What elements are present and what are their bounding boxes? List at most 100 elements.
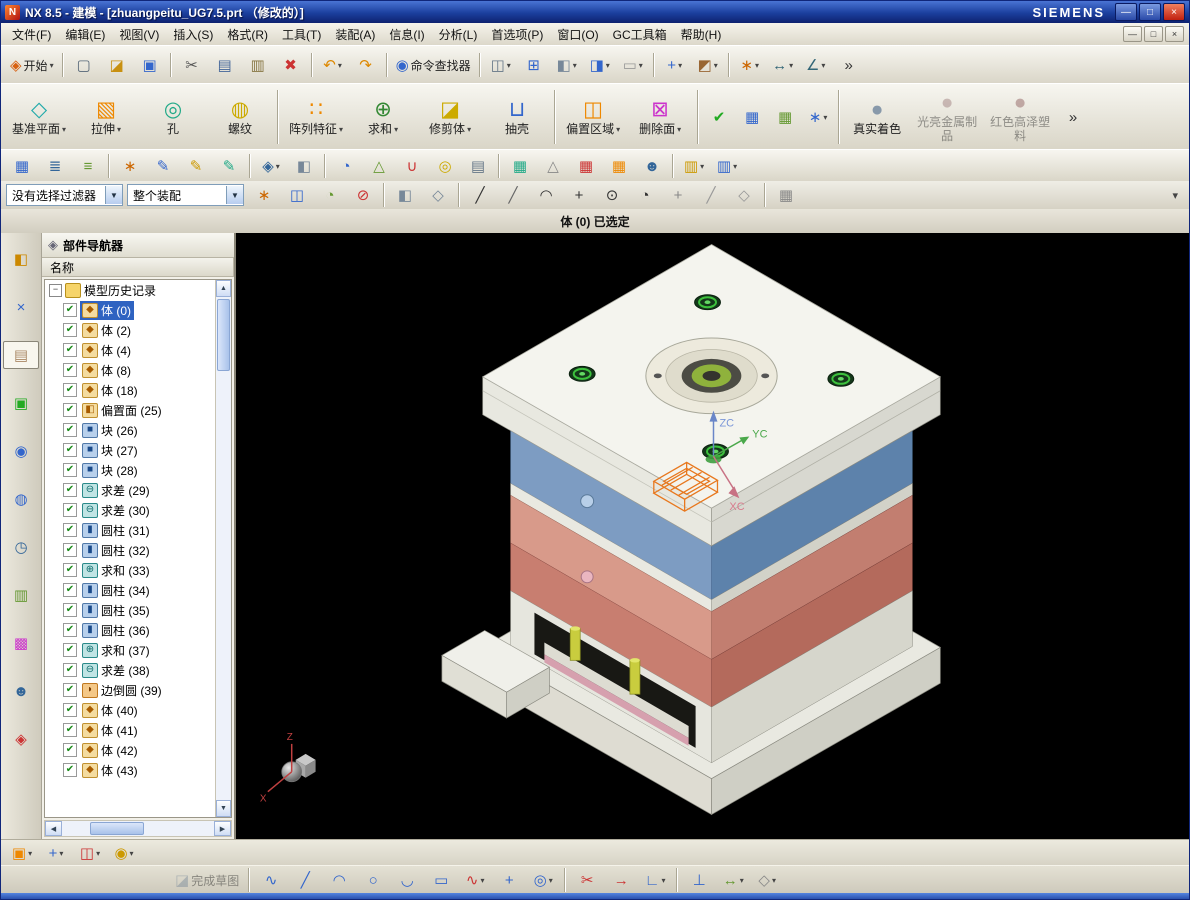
mdi-restore-button[interactable]: □	[1144, 26, 1163, 42]
finish-sketch-button[interactable]: ◪ 完成草图	[171, 866, 243, 894]
new-file-button[interactable]: ▢	[68, 51, 100, 79]
circle-button[interactable]: ○	[357, 866, 389, 894]
scroll-track[interactable]	[216, 297, 231, 800]
background-button[interactable]: ▭ ▾	[617, 51, 649, 79]
tree-row[interactable]: ✔ ▮ 圆柱 (32)	[45, 540, 215, 560]
dropdown-arrow-icon[interactable]: ▾	[339, 125, 343, 134]
undo-button[interactable]: ↶ ▾	[317, 51, 349, 79]
dropdown-arrow-icon[interactable]: ▾	[276, 162, 280, 171]
tree-row[interactable]: ✔ ◆ 体 (40)	[45, 700, 215, 720]
snap-point-toggle-button[interactable]: ∗ ▾	[734, 51, 766, 79]
thread-button[interactable]: ◍ 螺纹	[207, 85, 273, 149]
tree-row[interactable]: ✔ ◆ 体 (0)	[45, 300, 215, 320]
tree-item[interactable]: ◆ 体 (2)	[80, 321, 134, 340]
dropdown-arrow-icon[interactable]: ▾	[823, 113, 827, 122]
menu-window[interactable]: 窗口(O)	[550, 23, 605, 46]
feature-checkbox-checked[interactable]: ✔	[63, 743, 77, 757]
collapse-icon[interactable]: −	[49, 283, 62, 297]
snap-arc-center-button[interactable]: ⊙	[596, 181, 628, 209]
tree-row[interactable]: ✔ ◆ 体 (4)	[45, 340, 215, 360]
information-button[interactable]: ◔	[330, 152, 362, 180]
tree-row[interactable]: ✔ ⊖ 求差 (38)	[45, 660, 215, 680]
menu-view[interactable]: 视图(V)	[112, 23, 166, 46]
delete-button[interactable]: ✖	[275, 51, 307, 79]
dropdown-arrow-icon[interactable]: ▾	[662, 876, 666, 885]
paste-button[interactable]: ▥	[242, 51, 274, 79]
tree-row[interactable]: ✔ ◆ 体 (43)	[45, 760, 215, 780]
tree-item[interactable]: ⊖ 求差 (38)	[80, 661, 153, 680]
tree-row[interactable]: ✔ ◗ 边倒圆 (39)	[45, 680, 215, 700]
make-corner-button[interactable]: ∟ ▾	[639, 866, 671, 894]
palettes-tab[interactable]: ▩	[3, 629, 39, 657]
more-sketch-button[interactable]: ◇ ▾	[751, 866, 783, 894]
scroll-thumb[interactable]	[217, 299, 230, 371]
cut-button[interactable]: ✂	[176, 51, 208, 79]
spreadsheet-button[interactable]: ▦	[504, 152, 536, 180]
tree-item[interactable]: ◆ 体 (8)	[80, 361, 134, 380]
menu-file[interactable]: 文件(F)	[5, 23, 58, 46]
scroll-down-icon[interactable]: ▼	[216, 800, 231, 817]
tree-folder-row[interactable]: − 模型历史记录	[45, 280, 215, 300]
tree-item[interactable]: ⊕ 求和 (37)	[80, 641, 153, 660]
tree-item[interactable]: ◆ 体 (40)	[80, 701, 141, 720]
trim-body-button[interactable]: ◪ 修剪体 ▾	[417, 85, 483, 149]
tree-row[interactable]: ✔ ▮ 圆柱 (34)	[45, 580, 215, 600]
tree-row[interactable]: ✔ ◧ 偏置面 (25)	[45, 400, 215, 420]
feature-checkbox-checked[interactable]: ✔	[63, 503, 77, 517]
dropdown-arrow-icon[interactable]: ▾	[50, 61, 54, 70]
selection-scope-dropdown[interactable]: 整个装配 ▼	[127, 184, 244, 206]
feature-checkbox-checked[interactable]: ✔	[63, 463, 77, 477]
snap-quadrant-button[interactable]: ◔	[629, 181, 661, 209]
geometric-constraints-button[interactable]: ⊥	[683, 866, 715, 894]
quick-trim-button[interactable]: ✂	[571, 866, 603, 894]
feature-checkbox-checked[interactable]: ✔	[63, 343, 77, 357]
reuse-library-tab[interactable]: ▣	[3, 389, 39, 417]
dropdown-arrow-icon[interactable]: ▾	[606, 61, 610, 70]
feature-overflow-chevron[interactable]: »	[1057, 103, 1089, 131]
tree-row[interactable]: ✔ ■ 块 (26)	[45, 420, 215, 440]
tree-row[interactable]: ✔ ■ 块 (27)	[45, 440, 215, 460]
tree-item[interactable]: ■ 块 (26)	[80, 421, 141, 440]
immediate-hide-pencil-button[interactable]: ✎	[213, 152, 245, 180]
save-button[interactable]: ▣	[134, 51, 166, 79]
magnet-tool-button[interactable]: ∪	[396, 152, 428, 180]
shell-button[interactable]: ⊔ 抽壳	[484, 85, 550, 149]
check-feature-button[interactable]: ✔	[703, 103, 735, 131]
arc-button[interactable]: ◠	[323, 866, 355, 894]
point-button[interactable]: +	[493, 866, 525, 894]
feature-checkbox-checked[interactable]: ✔	[63, 683, 77, 697]
tree-vertical-scrollbar[interactable]: ▲ ▼	[215, 280, 231, 817]
dropdown-arrow-icon[interactable]: ▾	[789, 61, 793, 70]
feature-checkbox-checked[interactable]: ✔	[63, 543, 77, 557]
tree-row[interactable]: ✔ ⊖ 求差 (30)	[45, 500, 215, 520]
wcs-dynamics-button[interactable]: ∗	[114, 152, 146, 180]
feature-checkbox-checked[interactable]: ✔	[63, 323, 77, 337]
reuse-library-gold-button[interactable]: ▥ ▾	[678, 152, 710, 180]
fillet-button[interactable]: ◡	[391, 866, 423, 894]
hole-button[interactable]: ◎ 孔	[140, 85, 206, 149]
tree-row[interactable]: ✔ ⊕ 求和 (37)	[45, 640, 215, 660]
snap-point-on-face-button[interactable]: ◇	[728, 181, 760, 209]
tree-item[interactable]: ⊖ 求差 (29)	[80, 481, 153, 500]
dropdown-arrow-icon[interactable]: ▾	[678, 61, 682, 70]
dropdown-arrow-icon[interactable]: ▾	[740, 876, 744, 885]
tree-row[interactable]: ✔ ◆ 体 (41)	[45, 720, 215, 740]
extrude-button[interactable]: ▧ 拉伸 ▾	[73, 85, 139, 149]
tools-gold-button[interactable]: ◉ ▾	[108, 839, 140, 867]
snap-point-on-curve-button[interactable]: ╱	[695, 181, 727, 209]
interpart-link-button[interactable]: ◈ ▾	[255, 152, 287, 180]
line-button[interactable]: ╱	[289, 866, 321, 894]
feature-checkbox-checked[interactable]: ✔	[63, 763, 77, 777]
copy-button[interactable]: ▤	[209, 51, 241, 79]
user-group-button[interactable]: ☻	[636, 152, 668, 180]
dropdown-arrow-icon[interactable]: ▾	[394, 125, 398, 134]
constraint-navigator-tab[interactable]: ×	[3, 293, 39, 321]
shaded-locate-button[interactable]: ◧	[389, 181, 421, 209]
feature-checkbox-checked[interactable]: ✔	[63, 583, 77, 597]
delete-face-button[interactable]: ⊠ 删除面 ▾	[627, 85, 693, 149]
offset-region-button[interactable]: ◫ 偏置区域 ▾	[560, 85, 626, 149]
tree-item[interactable]: ▮ 圆柱 (32)	[80, 541, 153, 560]
roles-tab[interactable]: ☻	[3, 677, 39, 705]
feature-checkbox-checked[interactable]: ✔	[63, 643, 77, 657]
feature-checkbox-checked[interactable]: ✔	[63, 483, 77, 497]
